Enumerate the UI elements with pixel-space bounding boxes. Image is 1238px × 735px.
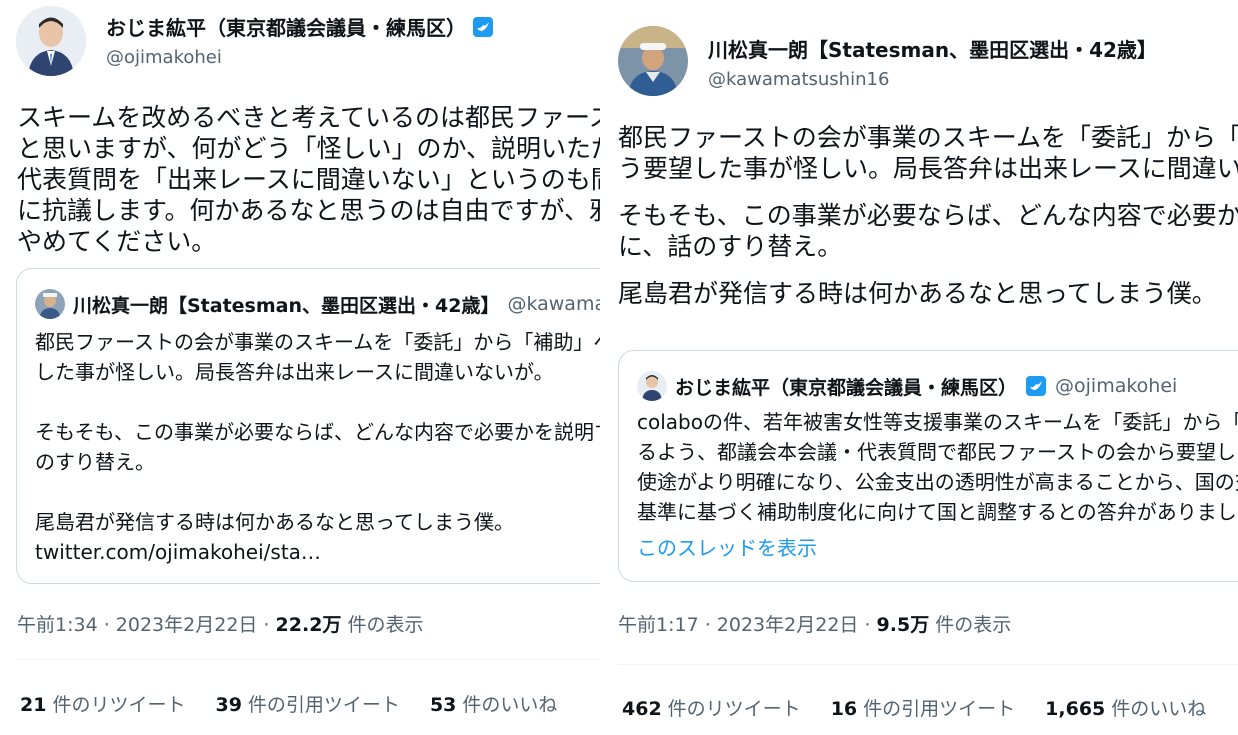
text-line: に抗議します。何かあるなと思うのは自由ですが、邪 — [17, 196, 600, 225]
quoted-tweet-header: おじま紘平（東京都議会議員・練馬区） @ojimakohei — [637, 371, 1177, 401]
text-line: う要望した事が怪しい。局長答弁は出来レースに間違いないが。 — [618, 154, 1238, 183]
quoted-tweet[interactable]: おじま紘平（東京都議会議員・練馬区） @ojimakohei colaboの件、… — [618, 350, 1238, 582]
text-line: 代表質問を「出来レースに間違いない」というのも間 — [17, 165, 600, 194]
text-line: 都民ファーストの会が事業のスキームを「委託」から「補助」へ変えるよ — [618, 123, 1238, 152]
author-handle[interactable]: @kawamatsushin16 — [708, 69, 1157, 90]
avatar — [637, 371, 667, 401]
tweet-header: おじま紘平（東京都議会議員・練馬区） @ojimakohei — [16, 6, 494, 76]
tweet-meta: 午前1:17 · 2023年2月22日 · 9.5万 件の表示 — [618, 614, 1012, 636]
text-line: のすり替え。 — [35, 450, 155, 474]
views-count: 22.2万 — [275, 614, 342, 636]
tweet-kawamatsushin16: 川松真一朗【Statesman、墨田区選出・42歳】 @kawamatsushi… — [604, 0, 1238, 735]
text-line: twitter.com/ojimakohei/sta… — [35, 540, 321, 564]
tweet-text: 都民ファーストの会が事業のスキームを「委託」から「補助」へ変えるよう要望した事が… — [618, 122, 1238, 309]
show-thread-link[interactable]: このスレッドを表示 — [637, 533, 817, 563]
quoted-tweet-header: 川松真一朗【Statesman、墨田区選出・42歳】 @kawamatsushi… — [35, 289, 600, 319]
tweet-text: スキームを改めるべきと考えているのは都民ファース と思いますが、何がどう「怪しい」… — [17, 102, 600, 257]
text-line: 都民ファーストの会が事業のスキームを「委託」から「補助」へ変えるよう要望 — [35, 330, 600, 354]
text-line: に、話のすり替え。 — [618, 232, 843, 261]
tweet-header: 川松真一朗【Statesman、墨田区選出・42歳】 @kawamatsushi… — [618, 26, 1157, 96]
text-line: そもそも、この事業が必要ならば、どんな内容で必要かを説明すべきなのに、話 — [35, 420, 600, 444]
author-name[interactable]: おじま紘平（東京都議会議員・練馬区） — [106, 16, 466, 40]
text-line: と思いますが、何がどう「怪しい」のか、説明いただ — [17, 134, 600, 163]
text-line: そもそも、この事業が必要ならば、どんな内容で必要かを説明すべきなの — [618, 201, 1238, 230]
tweet-meta: 午前1:34 · 2023年2月22日 · 22.2万 件の表示 — [17, 614, 424, 636]
tweet-ojimakohei: おじま紘平（東京都議会議員・練馬区） @ojimakohei スキームを改めるべ… — [0, 0, 600, 735]
person-avatar-icon — [618, 26, 688, 96]
quoted-tweet[interactable]: 川松真一朗【Statesman、墨田区選出・42歳】 @kawamatsushi… — [16, 268, 600, 584]
quoted-author-name: おじま紘平（東京都議会議員・練馬区） — [675, 376, 1018, 399]
person-avatar-icon — [35, 289, 65, 319]
quote-tweet-count[interactable]: 39 件の引用ツイート — [215, 690, 399, 717]
quoted-author-name: 川松真一朗【Statesman、墨田区選出・42歳】 — [73, 294, 500, 317]
tweet-time[interactable]: 午前1:34 — [17, 614, 98, 636]
text-line: 尾島君が発信する時は何かあるなと思ってしまう僕。 — [618, 279, 1217, 308]
quote-tweet-count[interactable]: 16 件の引用ツイート — [831, 694, 1015, 721]
text-line: colaboの件、若年被害女性等支援事業のスキームを「委託」から「補助」へ改め — [637, 410, 1238, 434]
person-avatar-icon — [16, 6, 86, 76]
text-line: 基準に基づく補助制度化に向けて国と調整するとの答弁がありました。 — [637, 500, 1238, 524]
text-line: スキームを改めるべきと考えているのは都民ファース — [17, 103, 600, 132]
divider — [618, 664, 1238, 665]
views-label: 件の表示 — [347, 614, 424, 636]
verified-badge-icon — [1026, 376, 1047, 396]
retweet-count[interactable]: 462 件のリツイート — [622, 694, 801, 721]
text-line: やめてください。 — [17, 227, 217, 256]
text-line: るよう、都議会本会議・代表質問で都民ファーストの会から要望しました。 — [637, 440, 1238, 464]
author-name[interactable]: 川松真一朗【Statesman、墨田区選出・42歳】 — [708, 34, 1157, 63]
quoted-author-handle: @ojimakohei — [1055, 375, 1178, 397]
divider — [16, 659, 600, 660]
text-line: した事が怪しい。局長答弁は出来レースに間違いないが。 — [35, 360, 554, 384]
person-avatar-icon — [637, 371, 667, 401]
views-label: 件の表示 — [935, 614, 1012, 636]
engagement-stats: 462 件のリツイート 16 件の引用ツイート 1,665 件のいいね — [622, 694, 1236, 721]
quoted-author-handle: @kawamatsushin16 — [507, 293, 600, 315]
tweet-date[interactable]: 2023年2月22日 — [717, 614, 859, 636]
views-count: 9.5万 — [876, 614, 930, 636]
engagement-stats: 21 件のリツイート 39 件の引用ツイート 53 件のいいね — [20, 690, 587, 717]
like-count[interactable]: 53 件のいいね — [430, 690, 557, 717]
avatar — [35, 289, 65, 319]
verified-badge-icon — [473, 17, 493, 37]
like-count[interactable]: 1,665 件のいいね — [1045, 694, 1206, 721]
tweet-date[interactable]: 2023年2月22日 — [116, 614, 258, 636]
author-handle[interactable]: @ojimakohei — [106, 47, 494, 68]
tweet-time[interactable]: 午前1:17 — [618, 614, 699, 636]
quoted-tweet-text: 都民ファーストの会が事業のスキームを「委託」から「補助」へ変えるよう要望した事が… — [35, 327, 600, 567]
avatar[interactable] — [618, 26, 688, 96]
retweet-count[interactable]: 21 件のリツイート — [20, 690, 185, 717]
text-line: 使途がより明確になり、公金支出の透明性が高まることから、国の交付要綱や — [637, 470, 1238, 494]
quoted-tweet-text: colaboの件、若年被害女性等支援事業のスキームを「委託」から「補助」へ改める… — [637, 407, 1238, 527]
avatar[interactable] — [16, 6, 86, 76]
text-line: 尾島君が発信する時は何かあるなと思ってしまう僕。 — [35, 510, 514, 534]
